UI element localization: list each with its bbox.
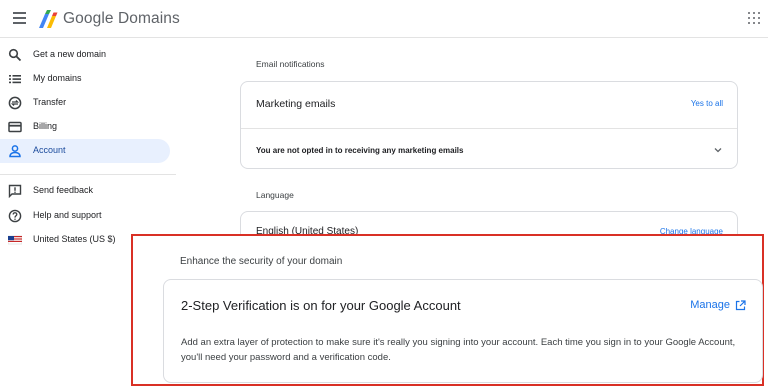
sidebar-item-my-domains[interactable]: My domains: [0, 67, 170, 91]
app-title: Google Domains: [63, 10, 180, 27]
sidebar-item-label: Transfer: [33, 97, 67, 107]
hamburger-menu-icon[interactable]: [13, 12, 26, 24]
person-icon: [9, 145, 21, 158]
marketing-emails-title: Marketing emails: [256, 98, 336, 110]
top-app-bar: Google Domains: [0, 0, 768, 38]
sidebar-item-label: Help and support: [33, 210, 102, 220]
manage-link[interactable]: Manage: [690, 299, 746, 311]
sidebar-item-get-new-domain[interactable]: Get a new domain: [0, 43, 170, 67]
marketing-emails-card: Marketing emails Yes to all You are not …: [240, 81, 738, 169]
sidebar-item-label: Send feedback: [33, 185, 94, 195]
two-step-verification-description: Add an extra layer of protection to make…: [181, 337, 736, 363]
security-highlight-box: Enhance the security of your domain 2-St…: [131, 234, 764, 386]
external-link-icon: [735, 299, 746, 310]
sidebar-item-help-support[interactable]: Help and support: [0, 204, 170, 228]
list-icon: [9, 75, 21, 84]
language-heading: Language: [256, 190, 294, 200]
sidebar-item-transfer[interactable]: Transfer: [0, 91, 170, 115]
feedback-icon: [8, 184, 22, 198]
manage-label: Manage: [690, 299, 730, 311]
sidebar-item-label: Get a new domain: [33, 49, 107, 59]
sidebar-item-label: Billing: [33, 121, 58, 131]
sidebar-item-label: My domains: [33, 73, 82, 83]
apps-grid-icon[interactable]: [748, 12, 760, 24]
google-domains-logo[interactable]: [36, 8, 58, 30]
optin-status-text: You are not opted in to receiving any ma…: [256, 146, 464, 155]
sidebar-item-label: United States (US $): [33, 234, 116, 244]
email-notifications-heading: Email notifications: [256, 59, 325, 69]
sidebar-divider: [0, 174, 176, 175]
card-divider: [241, 128, 737, 129]
credit-card-icon: [8, 121, 22, 133]
sidebar-item-billing[interactable]: Billing: [0, 115, 170, 139]
search-icon: [8, 48, 22, 62]
security-heading: Enhance the security of your domain: [180, 256, 343, 267]
sidebar-item-send-feedback[interactable]: Send feedback: [0, 179, 170, 203]
help-icon: [8, 209, 22, 223]
transfer-icon: [8, 96, 22, 110]
us-flag-icon: [8, 235, 22, 245]
sidebar-item-account[interactable]: Account: [0, 139, 170, 163]
chevron-down-icon[interactable]: [713, 145, 723, 155]
sidebar-item-label: Account: [33, 145, 66, 155]
yes-to-all-link[interactable]: Yes to all: [691, 99, 723, 108]
two-step-verification-title: 2-Step Verification is on for your Googl…: [181, 298, 461, 313]
two-step-verification-card: 2-Step Verification is on for your Googl…: [163, 279, 763, 383]
